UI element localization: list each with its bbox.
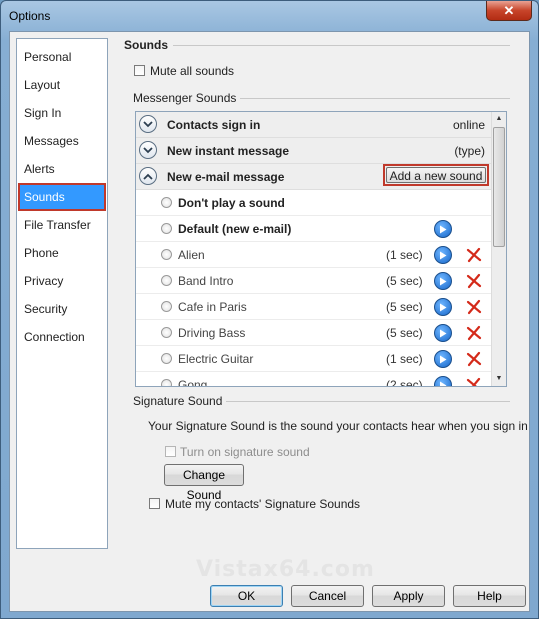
sound-option-row[interactable]: Band Intro (5 sec) — [136, 268, 491, 294]
sound-radio[interactable] — [161, 197, 172, 208]
sound-radio[interactable] — [161, 249, 172, 260]
sound-radio[interactable] — [161, 301, 172, 312]
sound-name: Alien — [178, 248, 205, 262]
client-area: Personal Layout Sign In Messages Alerts … — [9, 31, 530, 612]
mute-all-checkbox[interactable] — [134, 65, 145, 76]
chevron-up-icon[interactable] — [139, 167, 157, 185]
sound-name: Band Intro — [178, 274, 234, 288]
scroll-down-arrow[interactable]: ▼ — [492, 372, 506, 386]
sound-duration: (5 sec) — [386, 326, 423, 340]
add-new-sound-button[interactable]: Add a new sound — [386, 167, 486, 183]
nav-item-sign-in[interactable]: Sign In — [18, 99, 106, 127]
event-row-contacts-sign-in[interactable]: Contacts sign in online — [136, 112, 491, 138]
delete-icon[interactable] — [466, 273, 482, 289]
sound-name: Cafe in Paris — [178, 300, 247, 314]
options-nav: Personal Layout Sign In Messages Alerts … — [16, 38, 108, 549]
cancel-button[interactable]: Cancel — [291, 585, 364, 607]
sound-option-row[interactable]: Driving Bass (5 sec) — [136, 320, 491, 346]
mute-contacts-signature-label: Mute my contacts' Signature Sounds — [165, 497, 361, 511]
play-icon[interactable] — [434, 376, 452, 386]
event-row-new-email-message[interactable]: New e-mail message Add a new sound — [136, 164, 491, 190]
sound-name: Electric Guitar — [178, 352, 254, 366]
nav-item-privacy[interactable]: Privacy — [18, 267, 106, 295]
event-sound-value: online — [452, 118, 485, 132]
sound-duration: (2 sec) — [386, 378, 423, 387]
messenger-sounds-group-label: Messenger Sounds — [133, 91, 241, 105]
sound-duration: (1 sec) — [386, 248, 423, 262]
apply-button[interactable]: Apply — [372, 585, 445, 607]
sound-radio[interactable] — [161, 223, 172, 234]
delete-icon[interactable] — [466, 377, 482, 387]
scroll-up-arrow[interactable]: ▲ — [492, 112, 506, 126]
delete-icon[interactable] — [466, 247, 482, 263]
sound-option-row[interactable]: Default (new e-mail) — [136, 216, 491, 242]
event-row-new-instant-message[interactable]: New instant message (type) — [136, 138, 491, 164]
chevron-down-icon[interactable] — [139, 115, 157, 133]
section-divider — [173, 45, 510, 46]
event-label: New e-mail message — [167, 170, 285, 184]
nav-item-personal[interactable]: Personal — [18, 43, 106, 71]
sound-duration: (5 sec) — [386, 274, 423, 288]
list-scrollbar[interactable]: ▲ ▼ — [491, 112, 506, 386]
scroll-thumb[interactable] — [493, 127, 505, 247]
sound-option-row[interactable]: Electric Guitar (1 sec) — [136, 346, 491, 372]
event-sound-value: (type) — [454, 144, 485, 158]
sound-radio[interactable] — [161, 275, 172, 286]
delete-icon[interactable] — [466, 351, 482, 367]
sound-option-row[interactable]: Cafe in Paris (5 sec) — [136, 294, 491, 320]
nav-item-connection[interactable]: Connection — [18, 323, 106, 351]
event-label: New instant message — [167, 144, 290, 158]
signature-sound-group-label: Signature Sound — [133, 394, 227, 408]
sound-list[interactable]: Contacts sign in online New instant mess… — [135, 111, 507, 387]
sound-name: Don't play a sound — [178, 196, 285, 210]
close-icon: ✕ — [503, 2, 515, 18]
sound-name: Gong — [178, 378, 208, 387]
mute-all-label: Mute all sounds — [150, 64, 235, 78]
event-label: Contacts sign in — [167, 118, 261, 132]
play-icon[interactable] — [434, 324, 452, 342]
nav-item-alerts[interactable]: Alerts — [18, 155, 106, 183]
turn-on-signature-checkbox[interactable] — [165, 446, 176, 457]
turn-on-signature-label: Turn on signature sound — [180, 445, 310, 459]
play-icon[interactable] — [434, 298, 452, 316]
ok-button[interactable]: OK — [210, 585, 283, 607]
change-sound-button[interactable]: Change Sound — [164, 464, 244, 502]
play-icon[interactable] — [434, 246, 452, 264]
window-title: Options — [9, 9, 51, 23]
sound-option-row[interactable]: Gong (2 sec) — [136, 372, 491, 387]
close-button[interactable]: ✕ — [486, 1, 532, 21]
nav-item-file-transfer[interactable]: File Transfer — [18, 211, 106, 239]
section-title: Sounds — [124, 38, 168, 52]
sound-name: Driving Bass — [178, 326, 246, 340]
chevron-down-icon[interactable] — [139, 141, 157, 159]
sound-radio[interactable] — [161, 379, 172, 386]
watermark: Vistax64.com — [196, 557, 375, 582]
delete-icon[interactable] — [466, 299, 482, 315]
nav-item-messages[interactable]: Messages — [18, 127, 106, 155]
title-bar[interactable]: Options ✕ — [1, 1, 538, 31]
mute-contacts-signature-checkbox[interactable] — [149, 498, 160, 509]
play-icon[interactable] — [434, 350, 452, 368]
sound-duration: (1 sec) — [386, 352, 423, 366]
sound-option-row[interactable]: Don't play a sound — [136, 190, 491, 216]
nav-item-phone[interactable]: Phone — [18, 239, 106, 267]
nav-item-sounds[interactable]: Sounds — [18, 183, 106, 211]
sound-option-row[interactable]: Alien (1 sec) — [136, 242, 491, 268]
signature-description: Your Signature Sound is the sound your c… — [148, 419, 528, 433]
sound-radio[interactable] — [161, 353, 172, 364]
play-icon[interactable] — [434, 220, 452, 238]
nav-item-layout[interactable]: Layout — [18, 71, 106, 99]
sound-duration: (5 sec) — [386, 300, 423, 314]
play-icon[interactable] — [434, 272, 452, 290]
help-button[interactable]: Help — [453, 585, 526, 607]
options-window: Options ✕ Personal Layout Sign In Messag… — [0, 0, 539, 619]
sound-radio[interactable] — [161, 327, 172, 338]
delete-icon[interactable] — [466, 325, 482, 341]
sound-name: Default (new e-mail) — [178, 222, 292, 236]
add-new-sound-highlight: Add a new sound — [383, 164, 489, 186]
nav-item-security[interactable]: Security — [18, 295, 106, 323]
